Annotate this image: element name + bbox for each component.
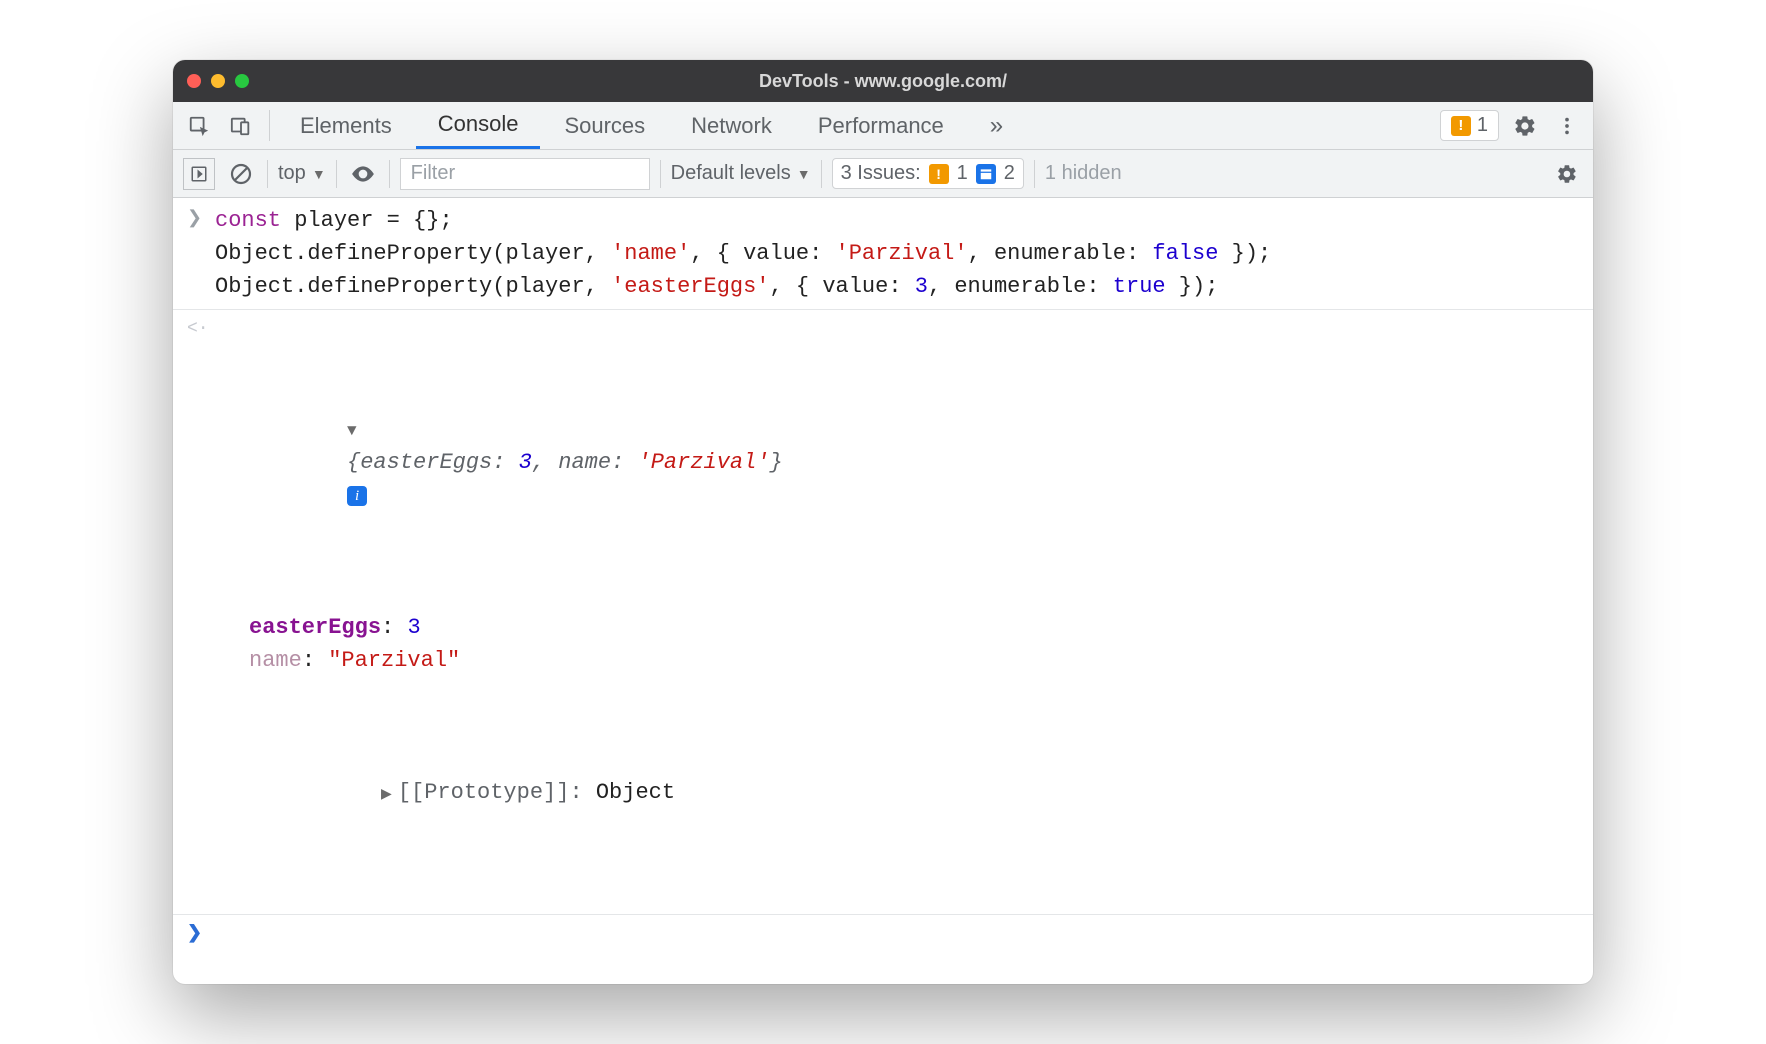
window-title: DevTools - www.google.com/ xyxy=(173,71,1593,92)
console-result-entry: <· ▼ {easterEggs: 3, name: 'Parzival'} i… xyxy=(173,314,1593,910)
console-settings-gear-icon[interactable] xyxy=(1551,158,1583,190)
console-input-entry: ❯ const player = {};Object.definePropert… xyxy=(173,204,1593,305)
tabs-overflow-button[interactable]: » xyxy=(968,102,1025,149)
property-value: 3 xyxy=(407,615,420,640)
close-window-button[interactable] xyxy=(187,74,201,88)
titlebar: DevTools - www.google.com/ xyxy=(173,60,1593,102)
prototype-key: [[Prototype]] xyxy=(398,780,570,805)
tab-network[interactable]: Network xyxy=(669,102,794,149)
devtools-window: DevTools - www.google.com/ Elements Cons… xyxy=(173,60,1593,984)
info-icon xyxy=(976,164,996,184)
maximize-window-button[interactable] xyxy=(235,74,249,88)
code-line: Object.defineProperty(player, 'easterEgg… xyxy=(215,270,1271,303)
inspect-element-icon[interactable] xyxy=(179,102,219,149)
issues-warning-badge[interactable]: ! 1 xyxy=(1440,110,1499,141)
issues-summary[interactable]: 3 Issues: ! 1 2 xyxy=(832,158,1024,189)
clear-console-icon[interactable] xyxy=(225,158,257,190)
prototype-line[interactable]: [[Prototype]]: Object xyxy=(215,743,796,842)
output-marker-icon: <· xyxy=(187,314,215,908)
separator xyxy=(336,160,337,188)
warning-icon: ! xyxy=(1451,116,1471,136)
separator xyxy=(821,160,822,188)
hidden-messages-label: 1 hidden xyxy=(1045,162,1122,185)
prototype-value: Object xyxy=(596,780,675,805)
input-prompt-icon: ❯ xyxy=(187,204,215,303)
object-preview-line[interactable]: ▼ {easterEggs: 3, name: 'Parzival'} i xyxy=(215,380,796,545)
code-block[interactable]: const player = {};Object.defineProperty(… xyxy=(215,204,1271,303)
tab-elements[interactable]: Elements xyxy=(278,102,414,149)
console-prompt[interactable]: ❯ xyxy=(173,919,1593,954)
execution-context-selector[interactable]: top ▼ xyxy=(278,162,326,185)
window-controls xyxy=(187,74,249,88)
tab-performance[interactable]: Performance xyxy=(796,102,966,149)
levels-label: Default levels xyxy=(671,162,791,185)
separator xyxy=(1034,160,1035,188)
log-levels-selector[interactable]: Default levels ▼ xyxy=(671,162,811,185)
console-body: ❯ const player = {};Object.definePropert… xyxy=(173,198,1593,984)
chevron-down-icon: ▼ xyxy=(797,166,811,182)
divider xyxy=(269,110,270,141)
issues-label: 3 Issues: xyxy=(841,162,921,185)
live-expression-eye-icon[interactable] xyxy=(347,158,379,190)
separator xyxy=(660,160,661,188)
separator xyxy=(173,914,1593,915)
result-block[interactable]: ▼ {easterEggs: 3, name: 'Parzival'} i ea… xyxy=(215,314,796,908)
kebab-menu-icon[interactable] xyxy=(1547,102,1587,149)
toggle-sidebar-icon[interactable] xyxy=(183,158,215,190)
minimize-window-button[interactable] xyxy=(211,74,225,88)
separator xyxy=(267,160,268,188)
property-key: name xyxy=(249,648,302,673)
info-icon[interactable]: i xyxy=(347,486,367,506)
console-toolbar: top ▼ Default levels ▼ 3 Issues: ! 1 2 1… xyxy=(173,150,1593,198)
property-key: easterEggs xyxy=(249,615,381,640)
warning-count: 1 xyxy=(1477,114,1488,137)
panel-tabbar: Elements Console Sources Network Perform… xyxy=(173,102,1593,150)
code-line: const player = {}; xyxy=(215,204,1271,237)
disclosure-triangle-right-icon[interactable] xyxy=(381,780,398,805)
filter-input[interactable] xyxy=(400,158,650,190)
warning-icon: ! xyxy=(929,164,949,184)
issues-warn-count: 1 xyxy=(957,162,968,185)
disclosure-triangle-down-icon[interactable]: ▼ xyxy=(347,419,357,443)
code-line: Object.defineProperty(player, 'name', { … xyxy=(215,237,1271,270)
property-value: "Parzival" xyxy=(328,648,460,673)
tab-sources[interactable]: Sources xyxy=(542,102,667,149)
object-property-line[interactable]: easterEggs: 3 xyxy=(215,611,796,644)
issues-info-count: 2 xyxy=(1004,162,1015,185)
device-toggle-icon[interactable] xyxy=(221,102,261,149)
object-property-line[interactable]: name: "Parzival" xyxy=(215,644,796,677)
tab-console[interactable]: Console xyxy=(416,102,541,149)
prompt-icon: ❯ xyxy=(187,919,215,952)
separator xyxy=(173,309,1593,310)
settings-gear-icon[interactable] xyxy=(1505,102,1545,149)
chevron-down-icon: ▼ xyxy=(312,166,326,182)
separator xyxy=(389,160,390,188)
context-label: top xyxy=(278,162,306,185)
